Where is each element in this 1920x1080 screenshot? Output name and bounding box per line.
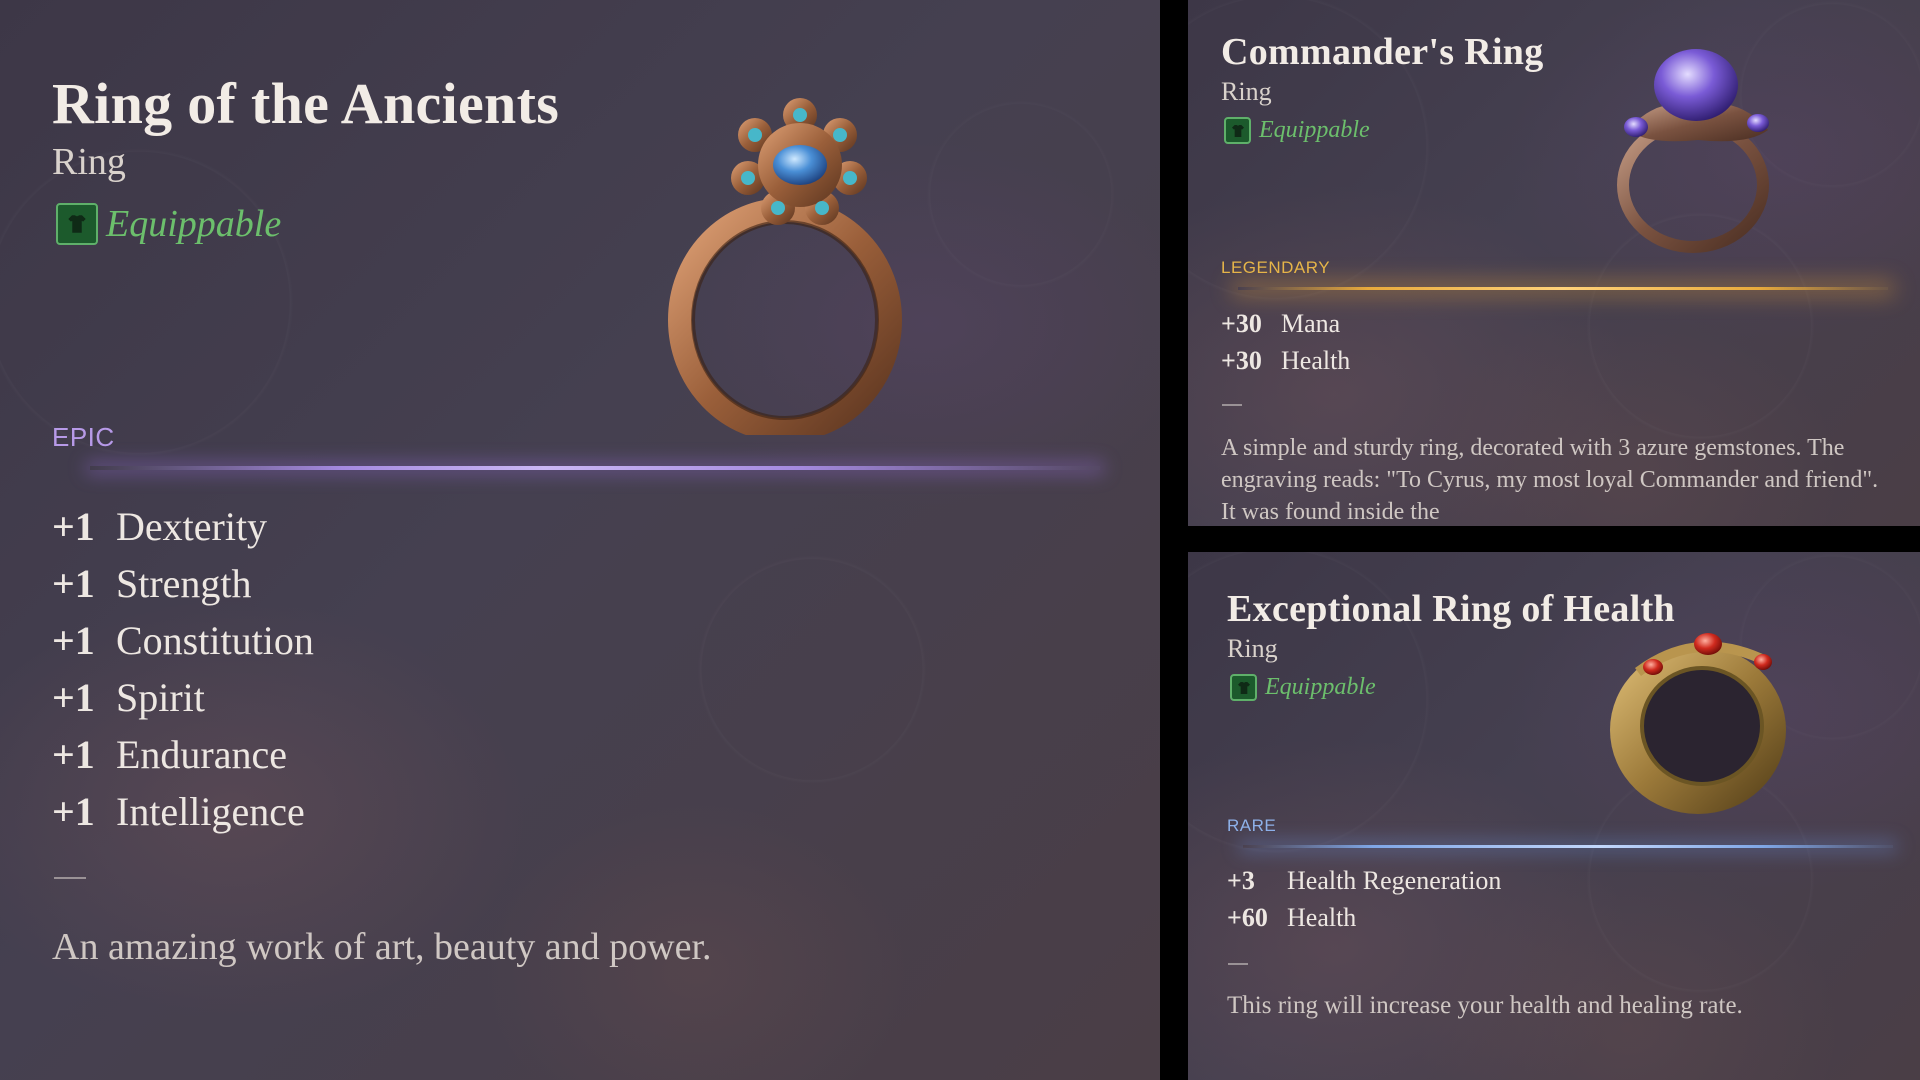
stat-name: Constitution <box>116 618 314 663</box>
stat-name: Health <box>1281 345 1351 375</box>
violet-gem-ring-icon <box>1617 49 1769 253</box>
shirt-icon <box>56 203 98 245</box>
equippable-indicator: Equippable <box>1224 117 1370 144</box>
panel-divider-vertical <box>1160 0 1188 1080</box>
stat-value: +1 <box>52 504 95 549</box>
rarity-divider <box>1243 845 1893 848</box>
stat-value: +30 <box>1221 308 1262 338</box>
stat-row: +1 Constitution <box>52 612 314 669</box>
stat-row: +1 Endurance <box>52 726 314 783</box>
item-type: Ring <box>52 141 126 183</box>
stat-name: Endurance <box>116 732 288 777</box>
rarity-divider <box>90 466 1100 470</box>
stat-row: +1 Strength <box>52 555 314 612</box>
stat-name: Mana <box>1281 308 1341 338</box>
rarity-divider <box>1238 287 1888 290</box>
azure-gem-ring-icon <box>668 98 902 435</box>
stat-value: +30 <box>1221 345 1262 375</box>
separator-dash <box>1228 963 1248 965</box>
item-description: This ring will increase your health and … <box>1227 992 1743 1019</box>
rarity-label: EPIC <box>52 422 115 452</box>
separator-dash <box>54 877 86 879</box>
equippable-indicator: Equippable <box>1230 674 1376 701</box>
stat-value: +60 <box>1227 902 1268 932</box>
item-title: Commander's Ring <box>1221 31 1544 73</box>
item-tooltip-commanders-ring: Commander's Ring Ring Equippable LEGENDA… <box>1188 0 1920 526</box>
shirt-icon <box>1230 674 1257 701</box>
stats-list: +3 Health Regeneration +60 Health <box>1227 862 1501 936</box>
item-type: Ring <box>1227 634 1278 663</box>
stat-value: +3 <box>1227 865 1255 895</box>
stat-row: +30 Health <box>1221 342 1350 379</box>
stat-value: +1 <box>52 789 95 834</box>
stat-row: +60 Health <box>1227 899 1501 936</box>
separator-dash <box>1222 404 1242 406</box>
stat-row: +30 Mana <box>1221 305 1350 342</box>
item-tooltip-exceptional-ring-of-health: Exceptional Ring of Health Ring Equippab… <box>1188 552 1920 1080</box>
stats-list: +30 Mana +30 Health <box>1221 305 1350 379</box>
stat-name: Dexterity <box>116 504 268 549</box>
stat-name: Intelligence <box>116 789 305 834</box>
stat-row: +3 Health Regeneration <box>1227 862 1501 899</box>
item-tooltip-ring-of-the-ancients: Ring of the Ancients Ring Equippable EPI… <box>0 0 1160 1080</box>
equippable-label: Equippable <box>1259 117 1370 143</box>
stat-row: +1 Spirit <box>52 669 314 726</box>
equippable-indicator: Equippable <box>56 202 281 246</box>
stat-name: Spirit <box>116 675 205 720</box>
rarity-label: LEGENDARY <box>1221 258 1331 277</box>
ruby-band-ring-icon <box>1610 633 1786 814</box>
stat-value: +1 <box>52 732 95 777</box>
stat-row: +1 Intelligence <box>52 783 314 840</box>
stats-list: +1 Dexterity +1 Strength +1 Constitution +1… <box>52 498 314 840</box>
equippable-label: Equippable <box>1265 674 1376 700</box>
rarity-label: RARE <box>1227 816 1277 835</box>
stat-value: +1 <box>52 675 95 720</box>
item-description: A simple and sturdy ring, decorated with… <box>1221 435 1879 525</box>
stat-value: +1 <box>52 561 95 606</box>
stat-name: Health Regeneration <box>1287 865 1502 895</box>
item-type: Ring <box>1221 77 1272 106</box>
stat-row: +1 Dexterity <box>52 498 314 555</box>
equippable-label: Equippable <box>106 203 282 245</box>
item-description: An amazing work of art, beauty and power… <box>52 926 712 968</box>
shirt-icon <box>1224 117 1251 144</box>
stat-name: Strength <box>116 561 252 606</box>
stat-name: Health <box>1287 902 1357 932</box>
panel-divider-horizontal <box>1188 526 1920 552</box>
item-title: Ring of the Ancients <box>52 71 560 136</box>
stat-value: +1 <box>52 618 95 663</box>
